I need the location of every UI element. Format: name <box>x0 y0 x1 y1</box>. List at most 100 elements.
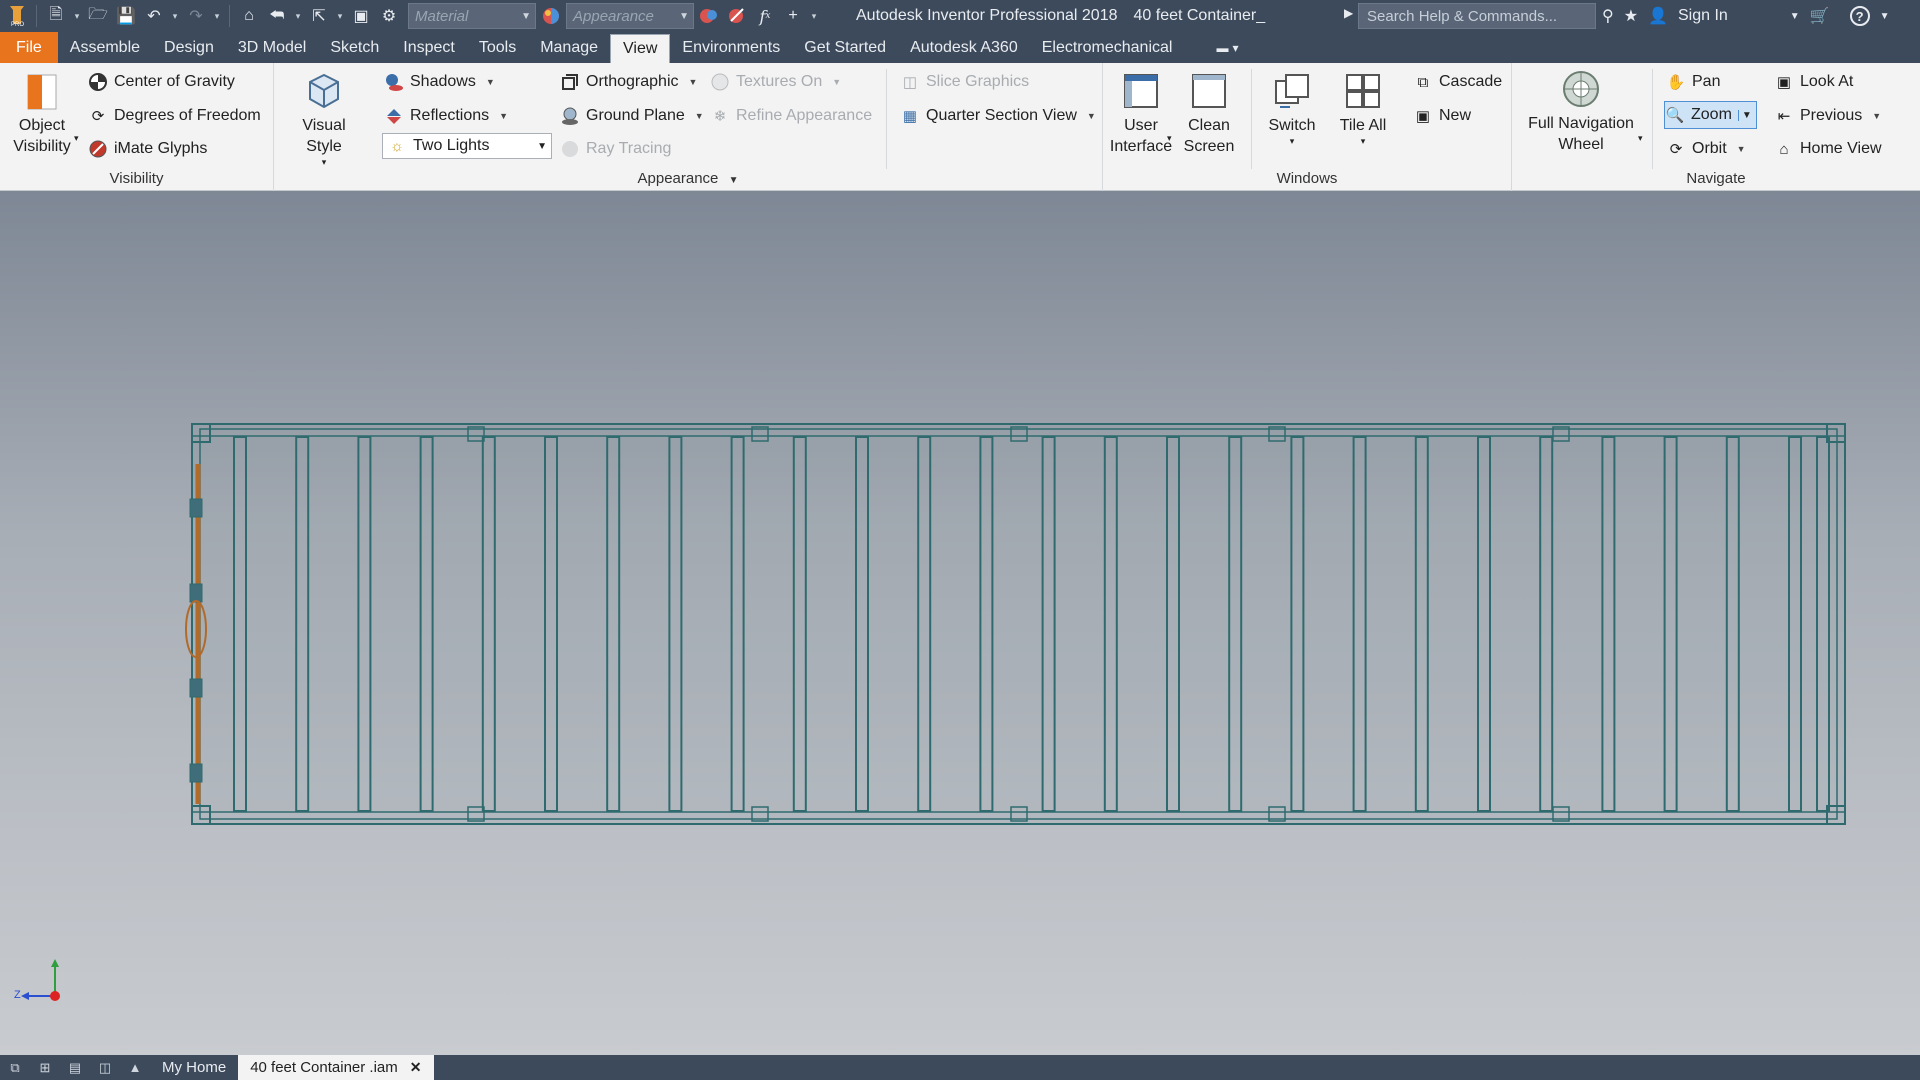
tab-document[interactable]: 40 feet Container .iam ✕ <box>238 1055 434 1080</box>
ribbon-display-toggle[interactable]: ▬ ▾ <box>1216 32 1238 63</box>
help-icon[interactable]: ? <box>1849 6 1870 26</box>
new-file-icon[interactable]: 🗎 <box>43 3 69 29</box>
slice-graphics-button[interactable]: ◫ Slice Graphics <box>900 68 1029 96</box>
zoom-button[interactable]: 🔍 Zoom ▼ <box>1664 101 1757 129</box>
orbit-label: Orbit <box>1692 140 1727 157</box>
tile-windows-icon[interactable]: ⊞ <box>30 1055 60 1080</box>
center-of-gravity-button[interactable]: Center of Gravity <box>88 68 235 96</box>
up-arrow-icon[interactable]: ▲ <box>120 1055 150 1080</box>
cart-icon[interactable]: 🛒 <box>1810 6 1830 26</box>
tile-horizontal-icon[interactable]: ▤ <box>60 1055 90 1080</box>
new-dropdown-icon[interactable]: ▾ <box>71 11 83 22</box>
appearance-ball-icon[interactable] <box>538 3 564 29</box>
quarter-section-view-button[interactable]: ▦ Quarter Section View ▼ <box>900 102 1096 130</box>
full-navigation-wheel-button[interactable]: Full Navigation Wheel <box>1524 69 1638 155</box>
customize-dropdown-icon[interactable]: ▾ <box>808 11 820 22</box>
clean-screen-button[interactable]: Clean Screen <box>1179 71 1239 157</box>
undo-icon[interactable]: ↶ <box>141 3 167 29</box>
tab-inspect[interactable]: Inspect <box>391 32 467 63</box>
reflections-label: Reflections <box>410 107 490 124</box>
redo-icon[interactable]: ↷ <box>183 3 209 29</box>
undo-dropdown-icon[interactable]: ▾ <box>169 11 181 22</box>
cascade-icon: ⧉ <box>1417 73 1429 91</box>
orbit-button[interactable]: ⟳ Orbit ▼ <box>1666 135 1746 163</box>
degrees-of-freedom-button[interactable]: ⟳ Degrees of Freedom <box>88 102 261 130</box>
star-icon[interactable]: ★ <box>1624 6 1638 26</box>
appearance-combo[interactable]: Appearance ▼ <box>566 3 694 29</box>
tab-my-home[interactable]: My Home <box>150 1055 238 1080</box>
tab-autodesk-a360[interactable]: Autodesk A360 <box>898 32 1030 63</box>
tab-get-started[interactable]: Get Started <box>792 32 898 63</box>
tile-vertical-icon[interactable]: ◫ <box>90 1055 120 1080</box>
ground-plane-icon <box>560 106 580 126</box>
object-visibility-dropdown-icon[interactable]: ▾ <box>74 133 79 144</box>
user-interface-dropdown-icon[interactable]: ▾ <box>1167 133 1172 144</box>
tab-electromechanical[interactable]: Electromechanical <box>1030 32 1185 63</box>
tab-tools[interactable]: Tools <box>467 32 528 63</box>
update-icon[interactable]: ▣ <box>348 3 374 29</box>
refine-appearance-button[interactable]: ❄ Refine Appearance <box>710 102 872 130</box>
sign-in-link[interactable]: Sign In <box>1678 7 1728 25</box>
search-placeholder: Search Help & Commands... <box>1367 7 1558 25</box>
view-axis-indicator: Z <box>10 951 70 1011</box>
panel-title-appearance[interactable]: Appearance ▼ <box>274 170 1102 187</box>
tab-manage[interactable]: Manage <box>528 32 610 63</box>
cascade-windows-icon[interactable]: ⧉ <box>0 1055 30 1080</box>
cascade-button[interactable]: ⧉ Cascade <box>1413 68 1503 96</box>
home-icon[interactable]: ⌂ <box>236 3 262 29</box>
tab-3d-model[interactable]: 3D Model <box>226 32 318 63</box>
select-dropdown-icon[interactable]: ▾ <box>334 11 346 22</box>
tab-view[interactable]: View <box>610 34 671 63</box>
return-icon[interactable]: ⮪ <box>264 3 290 29</box>
pan-button[interactable]: ✋ Pan <box>1666 68 1721 96</box>
imate-glyphs-button[interactable]: iMate Glyphs <box>88 135 207 163</box>
tab-environments[interactable]: Environments <box>670 32 792 63</box>
globe-icon[interactable]: ⚙ <box>376 3 402 29</box>
inventor-logo-icon[interactable]: PRO <box>4 3 30 29</box>
separator <box>886 69 887 169</box>
orthographic-button[interactable]: Orthographic ▼ <box>560 68 697 96</box>
binoculars-icon[interactable]: ⚲ <box>1602 6 1614 26</box>
visual-style-button[interactable]: Visual Style ▾ <box>286 71 362 167</box>
ray-tracing-button[interactable]: Ray Tracing <box>560 135 671 163</box>
help-dropdown-icon[interactable]: ▼ <box>1880 11 1890 22</box>
reflections-button[interactable]: Reflections ▼ <box>384 102 508 130</box>
redo-dropdown-icon[interactable]: ▾ <box>211 11 223 22</box>
select-icon[interactable]: ⇱ <box>306 3 332 29</box>
object-visibility-button[interactable]: Object Visibility <box>10 71 74 157</box>
plus-icon[interactable]: + <box>780 3 806 29</box>
user-icon[interactable]: 👤 <box>1648 6 1668 26</box>
tile-all-button[interactable]: Tile All ▾ <box>1335 71 1391 146</box>
material-combo[interactable]: Material ▼ <box>408 3 536 29</box>
search-input[interactable]: Search Help & Commands... <box>1358 3 1596 29</box>
adjust-appearance-icon[interactable] <box>696 3 722 29</box>
tab-assemble[interactable]: Assemble <box>58 32 152 63</box>
tab-file[interactable]: File <box>0 32 58 63</box>
pan-label: Pan <box>1692 73 1721 90</box>
return-dropdown-icon[interactable]: ▾ <box>292 11 304 22</box>
open-folder-icon[interactable]: 🗁 <box>85 3 111 29</box>
tab-sketch[interactable]: Sketch <box>318 32 391 63</box>
save-icon[interactable]: 💾 <box>113 3 139 29</box>
lighting-style-select[interactable]: ☼ Two Lights ▼ <box>382 133 552 159</box>
user-interface-button[interactable]: User Interface <box>1110 71 1172 157</box>
navigation-wheel-dropdown-icon[interactable]: ▾ <box>1638 133 1643 144</box>
imate-glyphs-icon <box>88 139 108 159</box>
ground-plane-button[interactable]: Ground Plane ▼ <box>560 102 704 130</box>
previous-view-button[interactable]: ⇤ Previous ▼ <box>1774 102 1881 130</box>
sign-in-dropdown-icon[interactable]: ▼ <box>1790 11 1800 22</box>
switch-button[interactable]: Switch ▾ <box>1261 71 1323 146</box>
home-view-button[interactable]: ⌂ Home View <box>1774 135 1881 163</box>
parameters-fx-icon[interactable]: fx <box>752 3 778 29</box>
look-at-button[interactable]: ▣ Look At <box>1774 68 1853 96</box>
close-icon[interactable]: ✕ <box>410 1059 422 1076</box>
graphics-viewport[interactable]: Z <box>0 191 1920 1055</box>
textures-on-button[interactable]: Textures On ▼ <box>710 68 841 96</box>
clear-appearance-icon[interactable] <box>724 3 750 29</box>
tab-design[interactable]: Design <box>152 32 226 63</box>
chevron-right-icon[interactable]: ▶ <box>1344 6 1353 20</box>
container-model[interactable] <box>0 191 1920 1055</box>
zoom-dropdown-icon[interactable]: ▼ <box>1737 109 1752 121</box>
shadows-button[interactable]: Shadows ▼ <box>384 68 495 96</box>
new-window-button[interactable]: ▣ New <box>1413 102 1471 130</box>
